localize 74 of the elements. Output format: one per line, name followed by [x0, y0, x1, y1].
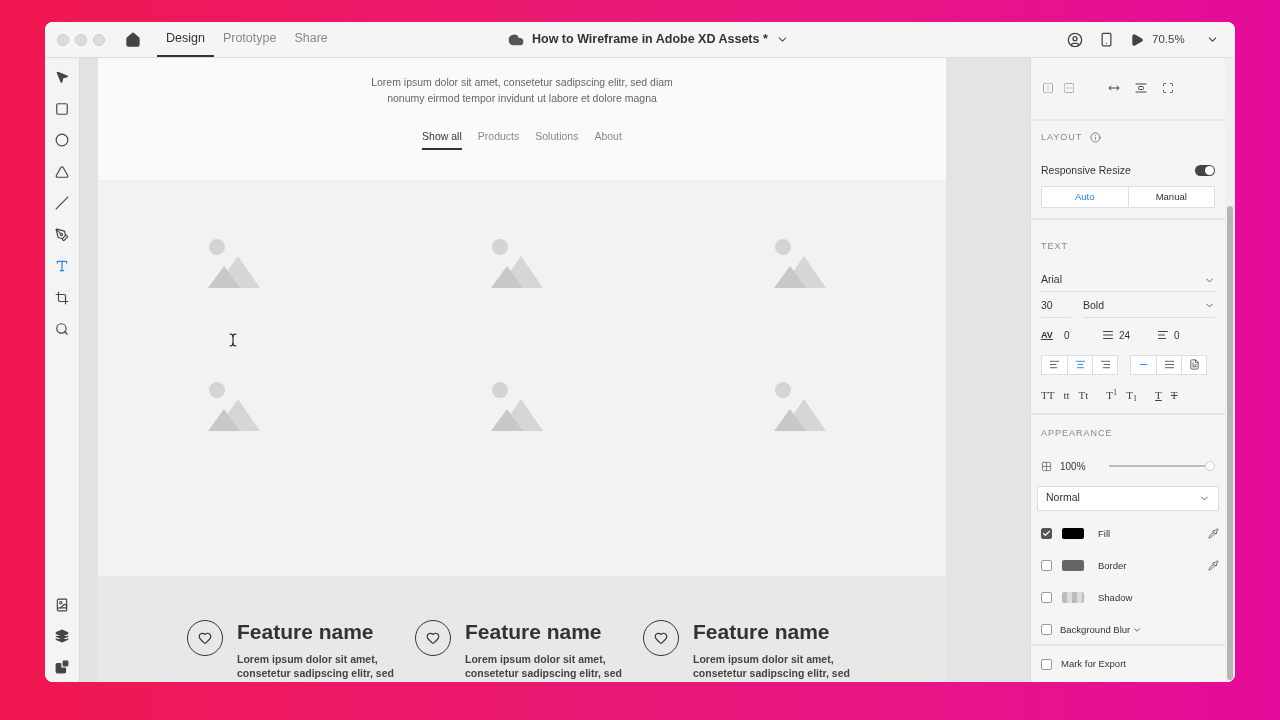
info-icon[interactable] [1090, 132, 1102, 144]
scrollbar-thumb[interactable] [1227, 206, 1233, 680]
pointer-icon[interactable] [55, 70, 69, 84]
feature-title: Feature name [237, 619, 375, 645]
feature-text: Lorem ipsum dolor sit amet, consetetur sadipscing elitr, sed [465, 652, 623, 680]
blend-mode-dropdown[interactable]: Normal [1037, 485, 1219, 511]
text-style-button[interactable]: TT [1041, 386, 1055, 404]
triangle-icon[interactable] [55, 164, 69, 179]
eyedropper-icon[interactable] [1208, 528, 1219, 540]
home-icon[interactable] [125, 31, 141, 48]
responsive-resize-label: Responsive Resize [1041, 162, 1131, 178]
feature-title: Feature name [465, 619, 603, 645]
text-style-button[interactable]: T$_{1}$ [1126, 386, 1138, 404]
text-style-button[interactable]: tt [1063, 386, 1070, 404]
section-heading: APPEARANCE [1041, 427, 1114, 441]
checkbox[interactable] [1041, 560, 1052, 572]
play-icon[interactable] [1130, 32, 1144, 47]
checkbox[interactable] [1041, 658, 1052, 670]
mode-segment[interactable]: Manual [1127, 187, 1214, 208]
layer-label: Border [1098, 558, 1127, 573]
mode-segment[interactable]: Auto [1042, 187, 1128, 208]
zoom-level[interactable]: 70.5% [1152, 30, 1190, 49]
layer-label: Shadow [1098, 590, 1133, 605]
line-icon[interactable] [55, 196, 69, 210]
font-size-field[interactable]: 30 [1041, 298, 1071, 318]
pen-icon[interactable] [55, 227, 69, 242]
font-dropdown[interactable]: Arial [1041, 272, 1215, 292]
font-weight-dropdown[interactable]: Bold [1083, 298, 1215, 318]
section-heading: LAYOUT [1041, 131, 1083, 144]
eyedropper-icon[interactable] [1208, 560, 1219, 572]
nav-link[interactable]: Solutions [535, 129, 579, 150]
artboard-icon[interactable] [55, 290, 69, 305]
checkbox[interactable] [1041, 592, 1052, 604]
text-style-button[interactable]: T$^{1}$ [1106, 386, 1118, 404]
character-spacing-field[interactable]: 0 [1064, 327, 1102, 343]
checkbox[interactable] [1041, 528, 1052, 540]
opacity-icon [1041, 460, 1052, 472]
color-swatch[interactable] [1062, 560, 1084, 572]
distribute-vertical-icon[interactable] [1135, 82, 1147, 94]
intro-paragraph: Lorem ipsum dolor sit amet, consetetur sadipscing elitr, sed diam nonumy eirmod tempor invidunt ut labore et dolore magna [370, 75, 674, 106]
nav-link[interactable]: About [594, 129, 622, 150]
color-swatch[interactable] [1062, 528, 1084, 540]
opacity-field[interactable]: 100% [1060, 458, 1096, 474]
ellipse-icon[interactable] [55, 133, 69, 147]
toggle-switch[interactable] [1195, 164, 1215, 176]
layer-label: Background Blur [1060, 622, 1131, 637]
user-icon[interactable] [1067, 31, 1083, 48]
phone-icon[interactable] [1099, 32, 1114, 47]
assets-icon[interactable] [55, 598, 69, 612]
shadow-swatch[interactable] [1062, 592, 1084, 604]
line-spacing-icon [1102, 329, 1114, 342]
paragraph-spacing-field[interactable]: 0 [1174, 327, 1180, 343]
section-heading: TEXT [1041, 241, 1068, 252]
search-icon[interactable] [55, 322, 69, 336]
line-spacing-field[interactable]: 24 [1119, 327, 1157, 343]
text-style-button[interactable]: Tt [1078, 386, 1089, 404]
layers-icon[interactable] [55, 629, 69, 643]
character-spacing-icon: AV [1041, 328, 1059, 342]
fit-icon[interactable] [1162, 82, 1174, 94]
nav-link[interactable]: Show all [422, 129, 462, 150]
export-label: Mark for Export [1061, 656, 1126, 671]
feature-text: Lorem ipsum dolor sit amet, consetetur sadipscing elitr, sed [237, 652, 395, 680]
text-style-button[interactable]: T [1170, 386, 1178, 404]
nav-link[interactable]: Products [477, 129, 520, 150]
feature-title: Feature name [693, 619, 831, 645]
plugins-icon[interactable] [55, 660, 69, 674]
checkbox[interactable] [1041, 624, 1052, 636]
feature-text: Lorem ipsum dolor sit amet, consetetur sadipscing elitr, sed [693, 652, 851, 680]
document-title: How to Wireframe in Adobe XD Assets * [532, 31, 768, 49]
rectangle-icon[interactable] [55, 101, 69, 116]
layer-label: Fill [1098, 526, 1111, 541]
text-style-button[interactable]: T [1155, 386, 1162, 404]
text-tool-icon[interactable] [55, 259, 69, 273]
paragraph-spacing-icon [1157, 329, 1169, 342]
